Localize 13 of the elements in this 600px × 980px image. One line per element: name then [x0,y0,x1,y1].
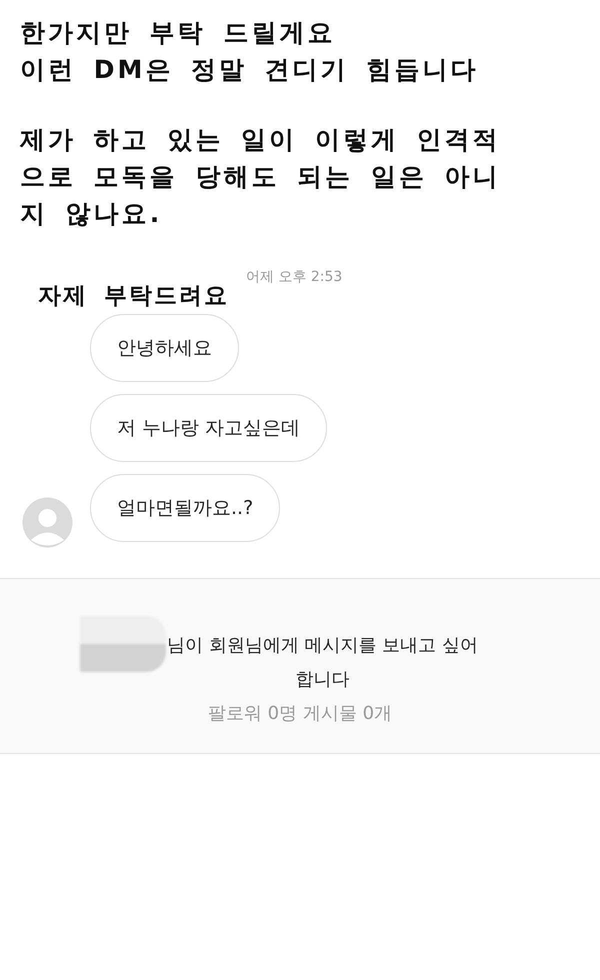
message-timestamp: 어제 오후 2:53 [246,268,342,286]
message-bubble: 얼마면될까요..? [90,474,280,542]
avatar-icon [22,497,73,548]
caption-line: 지 않나요. [20,198,162,230]
caption-line: 제가 하고 있는 일이 이렇게 인격적 [20,124,501,156]
caption-line: 으로 모독을 당해도 되는 일은 아니 [20,161,501,193]
request-message: 님이 회원님에게 메시지를 보내고 싶어 합니다 [166,634,479,692]
caption-line: 이런 DM은 정말 견디기 힘듭니다 [20,54,478,86]
caption-line: 자제 부탁드려요 [38,282,230,311]
message-bubble: 저 누나랑 자고싶은데 [90,394,328,462]
profile-stats: 팔로워 0명 게시물 0개 [206,702,394,725]
message-bubble: 안녕하세요 [90,314,239,382]
caption-line: 한가지만 부탁 드릴게요 [20,17,336,49]
